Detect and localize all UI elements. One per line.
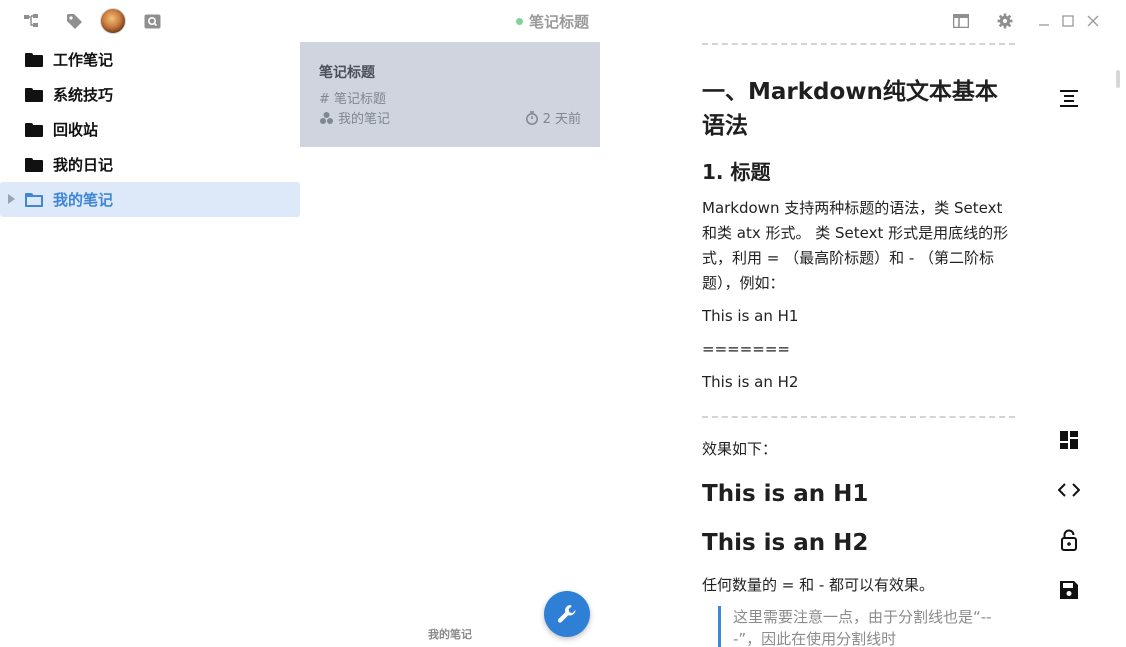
top-bar: 笔记标题 (0, 0, 1126, 42)
horizontal-rule (702, 416, 1015, 418)
sync-status-dot (516, 18, 523, 25)
sidebar-item-work-notes[interactable]: 工作笔记 (0, 42, 300, 77)
notebook-sidebar: 工作笔记 系统技巧 回收站 我的日记 我的笔记 (0, 42, 300, 647)
sidebar-item-label: 工作笔记 (53, 51, 114, 69)
paragraph: 任何数量的 = 和 - 都可以有效果。 (702, 576, 935, 594)
paragraph: Markdown 支持两种标题的语法，类 Setext 和类 atx 形式。 类… (702, 199, 1009, 292)
tree-icon[interactable] (20, 10, 42, 32)
app-window: 笔记标题 工作笔记 系统技巧 回收站 我的日记 我的笔记 笔记标题 # 笔记标题… (0, 0, 1126, 647)
close-icon[interactable] (1082, 10, 1104, 32)
dashboard-icon[interactable] (1058, 429, 1080, 451)
note-title-wrap: 笔记标题 (516, 11, 589, 32)
note-card[interactable]: 笔记标题 # 笔记标题 我的笔记 2 天前 (300, 42, 600, 147)
paragraph: ======= (702, 340, 790, 358)
tag-icon[interactable] (63, 10, 85, 32)
note-card-meta: 我的笔记 2 天前 (319, 108, 581, 127)
rendered-h1: This is an H1 (702, 481, 869, 507)
tools-fab-button[interactable] (544, 591, 590, 637)
blockquote: 这里需要注意一点，由于分割线也是“---”，因此在使用分割线时 (718, 606, 1015, 647)
folder-icon (25, 52, 43, 67)
sidebar-item-label: 我的日记 (53, 156, 114, 174)
editor-scrollbar[interactable] (1116, 70, 1120, 88)
paragraph: 效果如下： (702, 440, 778, 458)
note-title: 笔记标题 (529, 13, 590, 31)
notebook-icon (320, 111, 333, 124)
sidebar-item-label: 系统技巧 (53, 86, 114, 104)
search-icon[interactable] (141, 10, 163, 32)
note-card-title: 笔记标题 (319, 65, 375, 81)
unlock-icon[interactable] (1058, 529, 1080, 551)
code-icon[interactable] (1058, 479, 1080, 501)
note-card-notebook-label: 我的笔记 (338, 112, 391, 127)
expand-caret-icon[interactable] (8, 194, 15, 204)
layout-icon[interactable] (950, 10, 972, 32)
folder-icon (25, 87, 43, 102)
folder-icon (25, 157, 43, 172)
sidebar-item-trash[interactable]: 回收站 (0, 112, 300, 147)
align-center-icon[interactable] (1058, 88, 1080, 110)
avatar[interactable] (100, 8, 126, 34)
timer-icon (525, 110, 538, 125)
maximize-icon[interactable] (1057, 10, 1079, 32)
note-card-time-label: 2 天前 (542, 112, 581, 127)
sidebar-item-my-notes[interactable]: 我的笔记 (0, 182, 300, 217)
folder-open-icon (25, 192, 43, 207)
markdown-preview: 一、Markdown纯文本基本语法 1. 标题 Markdown 支持两种标题的… (702, 42, 1015, 647)
paragraph: This is an H2 (702, 373, 799, 391)
note-card-time: 2 天前 (525, 108, 581, 127)
heading-1: 一、Markdown纯文本基本语法 (702, 79, 998, 139)
rendered-h2: This is an H2 (702, 530, 869, 556)
sidebar-item-label: 我的笔记 (53, 191, 114, 209)
sidebar-item-label: 回收站 (53, 121, 99, 139)
sidebar-item-system-tips[interactable]: 系统技巧 (0, 77, 300, 112)
wrench-icon (557, 605, 576, 623)
horizontal-rule (702, 43, 1015, 45)
paragraph: This is an H1 (702, 307, 799, 325)
note-card-snippet: # 笔记标题 (319, 92, 387, 107)
minimize-icon[interactable] (1033, 10, 1055, 32)
gear-icon[interactable] (994, 10, 1016, 32)
folder-icon (25, 122, 43, 137)
heading-2: 1. 标题 (702, 160, 771, 184)
note-card-notebook: 我的笔记 (319, 108, 390, 127)
sidebar-item-diary[interactable]: 我的日记 (0, 147, 300, 182)
note-list: 笔记标题 # 笔记标题 我的笔记 2 天前 我的笔记 (300, 42, 600, 647)
save-icon[interactable] (1058, 579, 1080, 601)
